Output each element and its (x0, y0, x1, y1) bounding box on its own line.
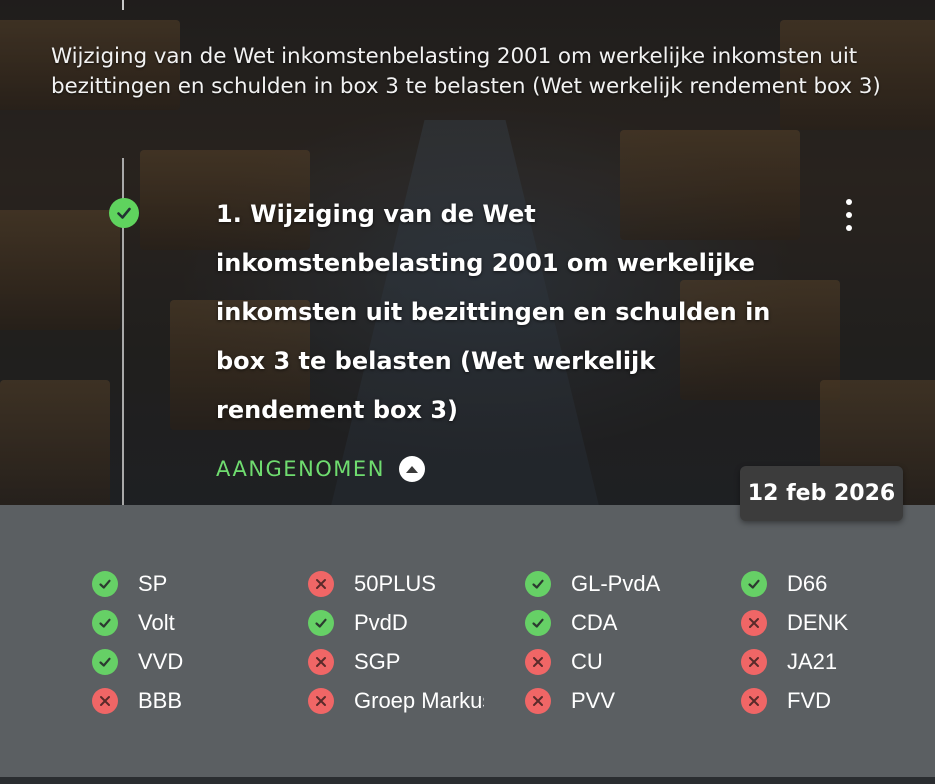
party-name: JA21 (787, 648, 838, 674)
party-vote-item: BBB (92, 681, 308, 720)
party-vote-item: CU (525, 642, 741, 681)
x-icon (741, 609, 767, 636)
chevron-up-icon (405, 466, 418, 473)
party-name: 50PLUS (354, 570, 436, 596)
motion-intro-text: Wijziging van de Wet inkomstenbelasting … (51, 44, 881, 99)
check-icon (92, 648, 118, 675)
x-icon (525, 648, 551, 675)
party-name: BBB (138, 687, 183, 713)
x-icon (741, 687, 767, 714)
party-vote-item: Groep Markuszower (308, 681, 525, 720)
party-vote-item: PvdD (308, 603, 525, 642)
check-icon (525, 609, 551, 636)
collapse-button[interactable] (398, 456, 425, 482)
x-icon (308, 570, 334, 597)
x-icon (741, 648, 767, 675)
date-badge: 12 feb 2026 (740, 466, 903, 521)
bottom-edge (0, 777, 935, 784)
party-name: PvdD (354, 609, 408, 635)
party-name: GL-PvdA (571, 570, 661, 596)
party-vote-item: JA21 (741, 642, 892, 681)
check-icon (741, 570, 767, 597)
party-name: VVD (138, 648, 184, 674)
party-vote-item: SGP (308, 642, 525, 681)
party-name: FVD (787, 687, 831, 713)
vote-item-title: 1. Wijziging van de Wet inkomstenbelasti… (216, 200, 771, 424)
party-name: SGP (354, 648, 401, 674)
check-icon (109, 198, 139, 228)
party-vote-item: VVD (92, 642, 308, 681)
party-vote-item: SP (92, 564, 308, 603)
party-name: PVV (571, 687, 616, 713)
party-vote-item: D66 (741, 564, 892, 603)
x-icon (92, 687, 118, 714)
party-vote-item: PVV (525, 681, 741, 720)
check-icon (92, 570, 118, 597)
x-icon (525, 687, 551, 714)
party-name: Groep Markuszower (354, 687, 484, 713)
party-name: SP (138, 570, 168, 596)
timeline-connector-top (122, 0, 124, 10)
party-name: CDA (571, 609, 618, 635)
party-vote-item: GL-PvdA (525, 564, 741, 603)
party-vote-item: FVD (741, 681, 892, 720)
more-vertical-icon (846, 199, 852, 205)
party-name: DENK (787, 609, 849, 635)
check-icon (308, 609, 334, 636)
party-vote-item: DENK (741, 603, 892, 642)
party-name: CU (571, 648, 603, 674)
check-icon (525, 570, 551, 597)
party-name: D66 (787, 570, 828, 596)
party-vote-item: CDA (525, 603, 741, 642)
x-icon (308, 687, 334, 714)
party-votes-grid: SP 50PLUS GL-PvdA D66 Volt PvdD CDA DENK VVD SGP C… (92, 564, 892, 720)
vote-result-row: AANGENOMEN (216, 456, 425, 482)
vote-status-label: AANGENOMEN (216, 457, 385, 481)
party-name: Volt (138, 609, 175, 635)
check-icon (92, 609, 118, 636)
x-icon (308, 648, 334, 675)
party-vote-item: Volt (92, 603, 308, 642)
party-vote-item: 50PLUS (308, 564, 525, 603)
more-options-button[interactable] (836, 196, 862, 234)
